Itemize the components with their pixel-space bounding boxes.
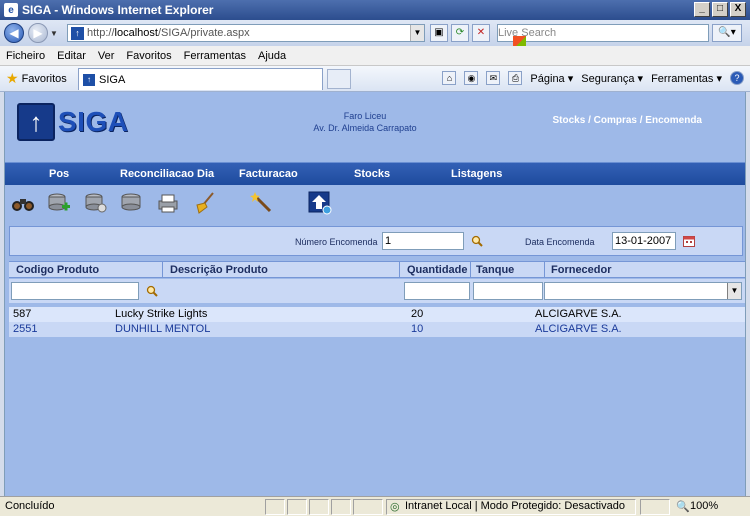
favorites-bar: ★ Favoritos ↑ SIGA ⌂ ◉ ✉ ⎙ Página ▾ Segu… [0, 66, 750, 92]
calendar-icon[interactable] [683, 235, 695, 247]
breadcrumb: Stocks / Compras / Encomenda [552, 115, 703, 126]
menu-ajuda[interactable]: Ajuda [258, 50, 286, 62]
minimize-button[interactable]: _ [694, 2, 710, 17]
site-header: ↑ SIGA Faro Liceu Av. Dr. Almeida Carrap… [5, 92, 745, 162]
page-favicon-icon: ↑ [71, 26, 84, 40]
printer-icon[interactable] [156, 191, 180, 215]
main-navigation: Pos Reconciliacao Dia Facturacao Stocks … [5, 162, 745, 185]
column-tanque[interactable]: Tanque [476, 264, 514, 276]
search-icon[interactable] [471, 235, 483, 247]
help-icon[interactable]: ? [730, 71, 744, 85]
window-title: SIGA - Windows Internet Explorer [22, 3, 214, 17]
column-quantidade[interactable]: Quantidade [407, 264, 468, 276]
address-dropdown-icon[interactable]: ▼ [410, 25, 424, 41]
address-toolbar: ◀ ▶ ▼ ↑ http://localhost/SIGA/private.as… [0, 20, 750, 49]
filter-supplier-select[interactable]: ▼ [544, 282, 742, 300]
grid-header: Codigo Produto Descrição Produto Quantid… [9, 261, 745, 278]
filter-code-input[interactable] [11, 282, 139, 300]
organization-info: Faro Liceu Av. Dr. Almeida Carrapato [313, 111, 417, 133]
security-menu[interactable]: Segurança ▾ [581, 72, 643, 85]
column-descricao-produto[interactable]: Descrição Produto [170, 264, 268, 276]
menu-ferramentas[interactable]: Ferramentas [184, 50, 246, 62]
magic-wand-icon[interactable] [250, 191, 274, 215]
order-date-label: Data Encomenda [525, 237, 595, 247]
filter-tank-input[interactable] [473, 282, 543, 300]
window-titlebar: e SIGA - Windows Internet Explorer _ □ X [0, 0, 750, 20]
ie-icon: e [4, 3, 18, 17]
menu-ver[interactable]: Ver [98, 50, 115, 62]
filter-quantity-input[interactable] [404, 282, 470, 300]
feeds-icon[interactable]: ◉ [464, 71, 479, 85]
table-row[interactable]: 2551 DUNHILL MENTOL 10 ALCIGARVE S.A. [9, 322, 745, 337]
intranet-zone-icon: ◎ [390, 501, 400, 513]
nav-stocks[interactable]: Stocks [354, 168, 390, 180]
nav-pos[interactable]: Pos [49, 168, 69, 180]
history-dropdown-icon[interactable]: ▼ [50, 29, 58, 38]
address-input[interactable]: ↑ http://localhost/SIGA/private.aspx ▼ [67, 24, 425, 42]
home-icon[interactable]: ⌂ [442, 71, 457, 85]
mail-icon[interactable]: ✉ [486, 71, 501, 85]
maximize-button[interactable]: □ [712, 2, 728, 17]
nav-facturacao[interactable]: Facturacao [239, 168, 298, 180]
favorites-button[interactable]: Favoritos [22, 73, 67, 85]
logo-arrow-icon: ↑ [17, 103, 55, 141]
search-button[interactable]: 🔍▾ [712, 24, 742, 42]
grid-filter-row: ▼ [9, 279, 745, 303]
binoculars-icon[interactable] [11, 191, 35, 215]
action-toolbar [5, 186, 745, 220]
zoom-level[interactable]: 100% [690, 500, 718, 512]
back-button[interactable]: ◀ [4, 23, 24, 43]
upload-icon[interactable] [308, 191, 332, 215]
forward-button[interactable]: ▶ [28, 23, 48, 43]
filter-search-icon[interactable] [146, 285, 158, 297]
broom-icon[interactable] [193, 191, 217, 215]
page-menu[interactable]: Página ▾ [530, 72, 573, 85]
menu-bar: Ficheiro Editar Ver Favoritos Ferramenta… [0, 46, 750, 66]
web-page: ↑ SIGA Faro Liceu Av. Dr. Almeida Carrap… [4, 92, 746, 496]
compatibility-icon[interactable]: ▣ [430, 24, 448, 42]
tab-favicon-icon: ↑ [83, 73, 95, 86]
menu-favoritos[interactable]: Favoritos [126, 50, 171, 62]
nav-listagens[interactable]: Listagens [451, 168, 502, 180]
database-add-icon[interactable] [47, 191, 71, 215]
zoom-icon[interactable]: 🔍 [676, 500, 690, 513]
refresh-icon[interactable]: ⟳ [451, 24, 469, 42]
database-delete-icon[interactable] [120, 191, 144, 215]
menu-editar[interactable]: Editar [57, 50, 86, 62]
tab-siga[interactable]: ↑ SIGA [78, 68, 323, 90]
menu-ficheiro[interactable]: Ficheiro [6, 50, 45, 62]
database-settings-icon[interactable] [84, 191, 108, 215]
tools-menu[interactable]: Ferramentas ▾ [651, 72, 722, 85]
order-date-field[interactable]: 13-01-2007 [612, 232, 676, 250]
siga-logo: ↑ SIGA [17, 103, 128, 141]
new-tab-button[interactable] [327, 69, 351, 89]
column-fornecedor[interactable]: Fornecedor [551, 264, 612, 276]
status-text: Concluído [5, 500, 55, 512]
print-icon[interactable]: ⎙ [508, 71, 523, 85]
nav-reconciliacao-dia[interactable]: Reconciliacao Dia [120, 168, 214, 180]
stop-icon[interactable]: ✕ [472, 24, 490, 42]
order-number-label: Número Encomenda [295, 237, 378, 247]
security-zone[interactable]: Intranet Local | Modo Protegido: Desacti… [405, 500, 625, 512]
column-codigo-produto[interactable]: Codigo Produto [16, 264, 99, 276]
tab-title: SIGA [99, 73, 126, 86]
search-input[interactable]: Live Search [497, 24, 709, 49]
status-bar: Concluído ◎ Intranet Local | Modo Proteg… [0, 496, 750, 516]
close-button[interactable]: X [730, 2, 746, 17]
table-row[interactable]: 587 Lucky Strike Lights 20 ALCIGARVE S.A… [9, 307, 745, 322]
chevron-down-icon: ▼ [727, 283, 741, 299]
order-number-field[interactable]: 1 [382, 232, 464, 250]
favorites-star-icon[interactable]: ★ [6, 70, 19, 87]
order-filter-panel: Número Encomenda 1 Data Encomenda 13-01-… [9, 226, 743, 256]
